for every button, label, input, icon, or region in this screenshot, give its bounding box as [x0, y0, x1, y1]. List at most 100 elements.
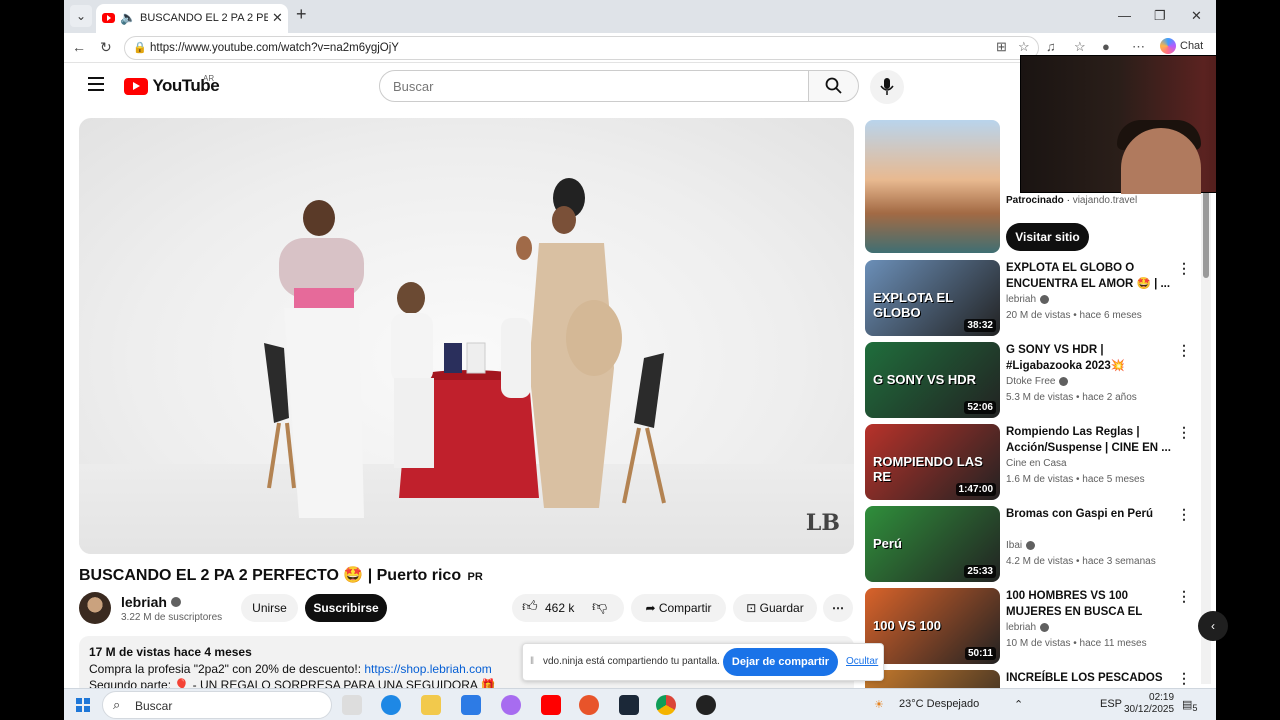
video-player[interactable]: LB — [79, 118, 854, 554]
more-options-icon[interactable]: ⋮ — [1177, 506, 1191, 523]
recommendation-meta: 20 M de vistas • hace 6 meses — [1006, 310, 1142, 321]
recommendation-title[interactable]: Bromas con Gaspi en Perú — [1006, 506, 1171, 522]
more-options-icon[interactable]: ⋮ — [1177, 342, 1191, 359]
hide-link[interactable]: Ocultar — [846, 656, 878, 667]
verified-icon — [1026, 540, 1036, 550]
recommendation-item[interactable]: EXPLOTA EL GLOBO 38:32 EXPLOTA EL GLOBO O … — [865, 260, 1205, 336]
recommendation-channel[interactable]: Ibai — [1006, 540, 1036, 551]
description-link[interactable]: https://shop.lebriah.com — [364, 662, 491, 676]
recommendation-thumbnail[interactable]: EXPLOTA EL GLOBO 38:32 — [865, 260, 1000, 336]
close-tab-icon[interactable]: ✕ — [272, 10, 283, 26]
like-dislike-group: 👍︎ 462 k 👎︎ — [512, 594, 624, 622]
ad-thumbnail[interactable] — [865, 120, 1000, 253]
copilot-app-icon[interactable] — [501, 695, 521, 715]
more-icon[interactable]: ⋯ — [1132, 39, 1145, 55]
drag-handle-icon[interactable]: ‖ — [530, 656, 534, 667]
menu-icon[interactable] — [88, 77, 104, 95]
channel-watermark: LB — [805, 510, 840, 536]
language-indicator[interactable]: ESP — [1100, 698, 1122, 710]
voice-search-button[interactable] — [870, 70, 904, 104]
speaker-icon[interactable]: 🔈 — [120, 10, 136, 26]
subscribe-button[interactable]: Suscribirse — [305, 594, 387, 622]
lock-icon[interactable]: 🔒 — [133, 41, 147, 54]
share-label: Compartir — [658, 601, 712, 615]
save-label: Guardar — [759, 601, 804, 615]
close-window-icon[interactable]: ✕ — [1191, 8, 1202, 24]
recommendation-thumbnail[interactable]: 100 VS 100 50:11 — [865, 588, 1000, 664]
recommendation-title[interactable]: Rompiendo Las Reglas | Acción/Suspense |… — [1006, 424, 1171, 456]
tray-chevron-icon[interactable]: ⌃ — [1014, 698, 1023, 711]
tab-title: BUSCANDO EL 2 PA 2 PERFECTO — [140, 12, 268, 24]
recommendation-channel[interactable]: Dtoke Free — [1006, 376, 1069, 387]
recommendation-channel[interactable]: lebriah — [1006, 294, 1050, 305]
apps-icon[interactable]: ⊞ — [996, 39, 1007, 55]
sidebar-toggle-icon[interactable]: ‹ — [1198, 611, 1228, 641]
taskbar-search-label: Buscar — [135, 699, 173, 713]
recommendation-channel[interactable]: lebriah — [1006, 622, 1050, 633]
active-tab[interactable]: 🔈 BUSCANDO EL 2 PA 2 PERFECTO ✕ — [96, 4, 288, 33]
recommendation-thumbnail[interactable]: G SONY VS HDR 52:06 — [865, 342, 1000, 418]
weather-text[interactable]: 23°C Despejado — [899, 698, 979, 710]
recommendation-title[interactable]: INCREÍBLE LOS PESCADOS — [1006, 670, 1171, 686]
more-options-icon[interactable]: ⋮ — [1177, 260, 1191, 277]
channel-name[interactable]: lebriah — [121, 594, 181, 610]
youtube-logo[interactable]: YouTube AR — [124, 74, 220, 96]
recommendation-thumbnail[interactable]: ROMPIENDO LAS RE 1:47:00 — [865, 424, 1000, 500]
new-tab-icon[interactable]: + — [296, 4, 307, 25]
address-bar[interactable]: 🔒 https://www.youtube.com/watch?v=na2m6y… — [124, 36, 1039, 60]
taskbar-search[interactable]: ⌕ Buscar — [102, 691, 332, 719]
like-icon[interactable]: 👍︎ — [522, 593, 538, 621]
restore-icon[interactable]: ❐ — [1154, 8, 1166, 24]
file-explorer-icon[interactable] — [421, 695, 441, 715]
profile-icon[interactable]: ● — [1102, 39, 1110, 54]
task-view-icon[interactable] — [342, 695, 362, 715]
clock[interactable]: 02:19 30/12/2025 — [1124, 692, 1174, 716]
join-button[interactable]: Unirse — [241, 594, 298, 622]
minimize-icon[interactable]: — — [1118, 8, 1131, 23]
stop-sharing-button[interactable]: Dejar de compartir — [723, 648, 838, 676]
recommendation-channel-name: lebriah — [1006, 622, 1037, 633]
tab-actions-button[interactable]: ⌄ — [70, 5, 92, 27]
media-icon[interactable]: ♫ — [1046, 39, 1056, 54]
ad-sponsor-line: Patrocinado · viajando.travel — [1006, 195, 1138, 206]
save-button[interactable]: ⊡ Guardar — [733, 594, 817, 622]
refresh-icon[interactable]: ↻ — [100, 39, 112, 56]
brave-icon[interactable] — [579, 695, 599, 715]
recommendation-item[interactable]: 100 VS 100 50:11 100 HOMBRES VS 100 MUJERE… — [865, 588, 1205, 664]
duration-badge: 38:32 — [964, 319, 996, 332]
steam-icon[interactable] — [619, 695, 639, 715]
obs-icon[interactable] — [696, 695, 716, 715]
recommendation-title[interactable]: G SONY VS HDR | #Ligabazooka 2023💥 Jorna… — [1006, 342, 1171, 374]
favorites-icon[interactable]: ☆ — [1074, 39, 1086, 55]
chat-button[interactable]: Chat — [1160, 38, 1203, 54]
recommendation-item[interactable]: Perú 25:33 Bromas con Gaspi en Perú Ibai 4.2… — [865, 506, 1205, 582]
chrome-icon[interactable] — [656, 695, 676, 715]
outlook-icon[interactable] — [461, 695, 481, 715]
more-actions-button[interactable]: ⋯ — [823, 594, 853, 622]
visit-site-button[interactable]: Visitar sitio — [1006, 223, 1089, 251]
recommendation-title[interactable]: EXPLOTA EL GLOBO O ENCUENTRA EL AMOR 🤩 |… — [1006, 260, 1171, 292]
search-input[interactable]: Buscar — [379, 70, 809, 102]
more-options-icon[interactable]: ⋮ — [1177, 424, 1191, 441]
start-windows-icon[interactable] — [76, 698, 90, 712]
notifications-icon[interactable]: ▤5 — [1182, 698, 1198, 713]
recommendation-channel[interactable]: Cine en Casa — [1006, 458, 1067, 469]
like-count[interactable]: 462 k — [545, 594, 574, 622]
more-options-icon[interactable]: ⋮ — [1177, 670, 1191, 687]
search-button[interactable] — [808, 70, 859, 102]
share-button[interactable]: ➦ Compartir — [631, 594, 726, 622]
back-icon[interactable]: ← — [72, 39, 86, 55]
weather-icon[interactable]: ☀ — [874, 698, 884, 711]
recommendation-thumbnail[interactable]: Perú 25:33 — [865, 506, 1000, 582]
recommendation-title[interactable]: 100 HOMBRES VS 100 MUJERES EN BUSCA EL A… — [1006, 588, 1171, 620]
desktop-background-right — [1216, 0, 1280, 720]
more-options-icon[interactable]: ⋮ — [1177, 588, 1191, 605]
youtube-app-icon[interactable] — [541, 695, 561, 715]
screen-share-bar: ‖ vdo.ninja está compartiendo tu pantall… — [522, 643, 884, 681]
recommendation-item[interactable]: ROMPIENDO LAS RE 1:47:00 Rompiendo Las Reg… — [865, 424, 1205, 500]
channel-avatar[interactable] — [79, 592, 111, 624]
recommendation-item[interactable]: G SONY VS HDR 52:06 G SONY VS HDR | #Ligab… — [865, 342, 1205, 418]
favorite-star-icon[interactable]: ☆ — [1018, 39, 1030, 55]
edge-icon[interactable] — [381, 695, 401, 715]
dislike-icon[interactable]: 👎︎ — [592, 593, 607, 621]
